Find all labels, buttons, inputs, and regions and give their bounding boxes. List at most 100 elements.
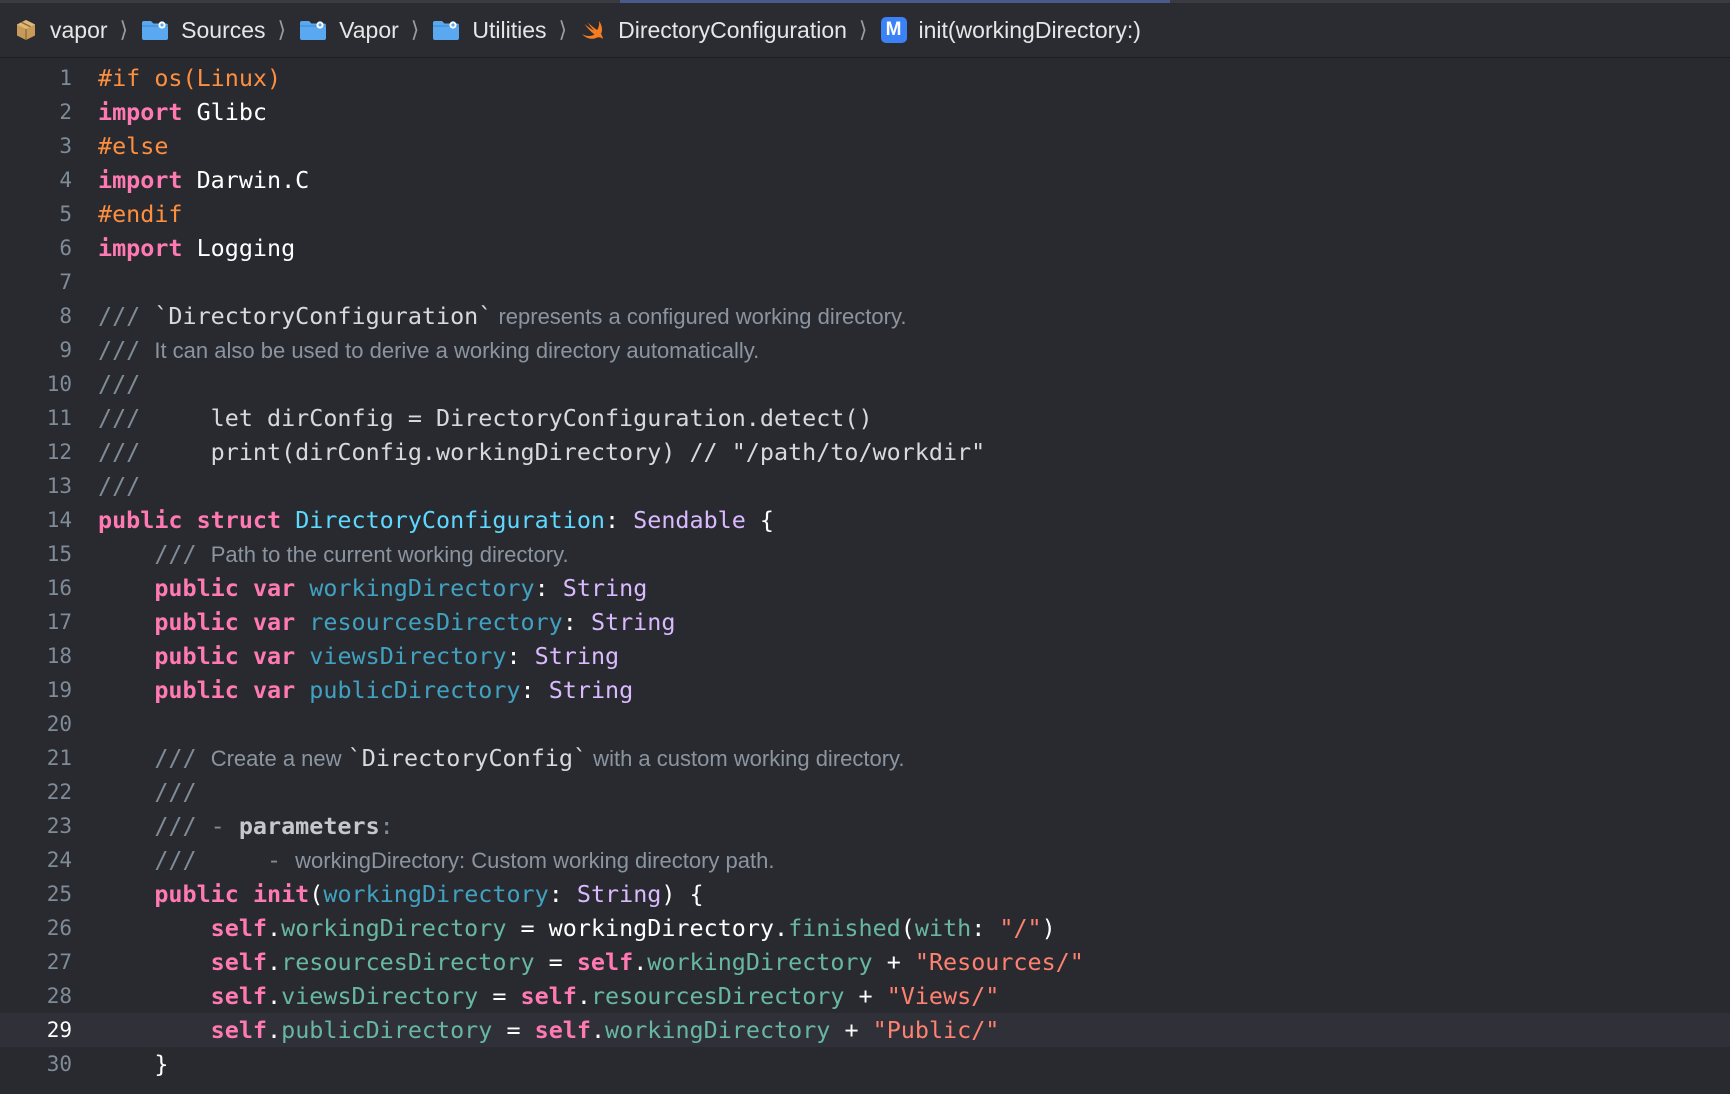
code-line[interactable]: 2 import Glibc [0, 95, 1730, 129]
code-line[interactable]: 27 self.resourcesDirectory = self.workin… [0, 945, 1730, 979]
code-token-plain: . [267, 1016, 282, 1044]
breadcrumb-label: DirectoryConfiguration [618, 16, 847, 43]
breadcrumb-item-vapor[interactable]: Vapor [299, 17, 399, 44]
code-line[interactable]: 8 /// `DirectoryConfiguration` represents… [0, 299, 1730, 333]
code-token-doccode: `DirectoryConfig` [347, 744, 588, 772]
breadcrumb-item-utilities[interactable]: Utilities [432, 17, 547, 44]
line-number[interactable]: 18 [0, 639, 72, 673]
line-number[interactable]: 5 [0, 197, 72, 231]
line-number[interactable]: 19 [0, 673, 72, 707]
line-number[interactable]: 23 [0, 809, 72, 843]
breadcrumb-item-directoryconfiguration[interactable]: DirectoryConfiguration [580, 17, 847, 44]
code-line[interactable]: 23 /// - parameters: [0, 809, 1730, 843]
line-number[interactable]: 13 [0, 469, 72, 503]
code-token-plain: : [548, 880, 577, 908]
line-number[interactable]: 28 [0, 979, 72, 1013]
code-line[interactable]: 30 } [0, 1047, 1730, 1081]
code-token-kw: var [252, 574, 296, 602]
code-line[interactable]: 19 public var publicDirectory: String [0, 673, 1730, 707]
breadcrumb-separator: ⟩ [558, 17, 568, 42]
code-line[interactable]: 3 #else [0, 129, 1730, 163]
line-number[interactable]: 15 [0, 537, 72, 571]
line-number[interactable]: 14 [0, 503, 72, 537]
line-number[interactable]: 24 [0, 843, 72, 877]
code-token-kw: struct [196, 506, 282, 534]
line-number[interactable]: 11 [0, 401, 72, 435]
code-line[interactable]: 12 /// print(dirConfig.workingDirectory) … [0, 435, 1730, 469]
code-token-plain: = [478, 982, 521, 1010]
code-token-prop2: resourcesDirectory [281, 948, 535, 976]
code-line[interactable]: 9 /// It can also be used to derive a wor… [0, 333, 1730, 367]
code-line[interactable]: 21 /// Create a new `DirectoryConfig` wi… [0, 741, 1730, 775]
code-line[interactable]: 13 /// [0, 469, 1730, 503]
code-line[interactable]: 25 public init(workingDirectory: String)… [0, 877, 1730, 911]
breadcrumb-item-vapor[interactable]: vapor [14, 17, 108, 44]
code-line[interactable]: 29 self.publicDirectory = self.workingDi… [0, 1013, 1730, 1047]
code-line[interactable]: 18 public var viewsDirectory: String [0, 639, 1730, 673]
code-line[interactable]: 15 /// Path to the current working direc… [0, 537, 1730, 571]
line-number[interactable]: 25 [0, 877, 72, 911]
breadcrumb-item-sources[interactable]: Sources [141, 17, 266, 44]
code-line[interactable]: 20 [0, 707, 1730, 741]
line-number[interactable]: 30 [0, 1047, 72, 1081]
code-line[interactable]: 6 import Logging [0, 231, 1730, 265]
code-line[interactable]: 28 self.viewsDirectory = self.resourcesD… [0, 979, 1730, 1013]
code-text: /// let dirConfig = DirectoryConfigurati… [98, 401, 873, 435]
code-line[interactable]: 10 /// [0, 367, 1730, 401]
code-token-str: "/" [999, 914, 1042, 942]
line-number[interactable]: 9 [0, 333, 72, 367]
line-number[interactable]: 26 [0, 911, 72, 945]
line-number[interactable]: 2 [0, 95, 72, 129]
line-number[interactable]: 4 [0, 163, 72, 197]
code-token-pp: #if os(Linux) [98, 64, 282, 92]
line-number[interactable]: 21 [0, 741, 72, 775]
line-number[interactable]: 7 [0, 265, 72, 299]
code-text: /// [98, 469, 140, 503]
code-line[interactable]: 11 /// let dirConfig = DirectoryConfigura… [0, 401, 1730, 435]
line-number[interactable]: 27 [0, 945, 72, 979]
code-token-kw: var [252, 608, 296, 636]
line-number[interactable]: 8 [0, 299, 72, 333]
line-number[interactable]: 1 [0, 61, 72, 95]
code-token-kw: self [520, 982, 577, 1010]
line-number[interactable]: 12 [0, 435, 72, 469]
code-text: public init(workingDirectory: String) { [98, 877, 703, 911]
line-number[interactable]: 16 [0, 571, 72, 605]
line-number[interactable]: 10 [0, 367, 72, 401]
line-number[interactable]: 17 [0, 605, 72, 639]
code-line[interactable]: 7 [0, 265, 1730, 299]
code-token-cm: /// [154, 778, 197, 806]
code-token-docbold: parameters [238, 812, 380, 840]
code-text: public var viewsDirectory: String [98, 639, 619, 673]
line-number[interactable]: 22 [0, 775, 72, 809]
code-line[interactable]: 4 import Darwin.C [0, 163, 1730, 197]
code-line[interactable]: 22 /// [0, 775, 1730, 809]
code-token-typ: String [562, 574, 648, 602]
code-line[interactable]: 24 /// - workingDirectory: Custom workin… [0, 843, 1730, 877]
code-token-kw: var [252, 676, 296, 704]
code-line[interactable]: 5 #endif [0, 197, 1730, 231]
code-line[interactable]: 1 #if os(Linux) [0, 61, 1730, 95]
line-number[interactable]: 20 [0, 707, 72, 741]
line-number[interactable]: 29 [0, 1013, 72, 1047]
code-token-cm: /// [98, 302, 155, 330]
code-token-doc: represents a configured working director… [492, 304, 907, 329]
code-line[interactable]: 17 public var resourcesDirectory: String [0, 605, 1730, 639]
code-line[interactable]: 14 public struct DirectoryConfiguration: … [0, 503, 1730, 537]
code-token-prop2: viewsDirectory [281, 982, 479, 1010]
code-token-kw: self [210, 948, 268, 976]
code-token-tdecl: DirectoryConfiguration [295, 506, 605, 534]
code-line[interactable]: 26 self.workingDirectory = workingDirect… [0, 911, 1730, 945]
code-editor[interactable]: 1 #if os(Linux) 2 import Glibc 3 #else 4 import… [0, 59, 1730, 1094]
line-number[interactable]: 6 [0, 231, 72, 265]
code-token-pp: #else [98, 132, 169, 160]
breadcrumb-item-init-workingdirectory[interactable]: Minit(workingDirectory:) [880, 16, 1141, 44]
code-token-prop2: resourcesDirectory [590, 982, 845, 1010]
code-line[interactable]: 16 public var workingDirectory: String [0, 571, 1730, 605]
line-number[interactable]: 3 [0, 129, 72, 163]
breadcrumb-label: init(workingDirectory:) [918, 16, 1141, 43]
